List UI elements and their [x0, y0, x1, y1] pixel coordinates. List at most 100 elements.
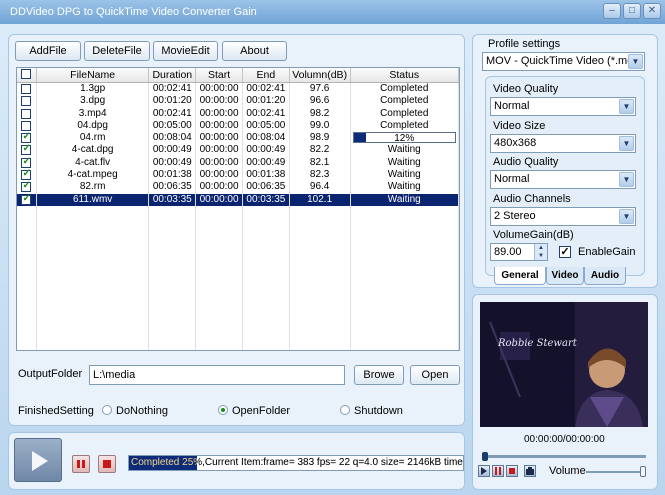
stop-icon: [103, 460, 111, 468]
cell-end: 00:06:35: [243, 181, 290, 194]
cell-duration: 00:03:35: [149, 193, 197, 206]
empty-row: [17, 316, 459, 329]
open-folder-radio[interactable]: [218, 405, 228, 415]
output-folder-field[interactable]: L:\media: [89, 365, 345, 385]
row-checkbox[interactable]: [17, 107, 37, 120]
audio-quality-select[interactable]: Normal ▼: [490, 170, 636, 189]
column-filename[interactable]: FileName: [37, 68, 150, 82]
table-header: FileName Duration Start End Volumn(dB) S…: [17, 68, 459, 83]
column-volume[interactable]: Volumn(dB): [290, 68, 351, 82]
row-checkbox[interactable]: [17, 132, 37, 145]
video-quality-value: Normal: [494, 100, 530, 112]
cell-name: 3.mp4: [37, 107, 150, 120]
table-body: 1.3gp 00:02:41 00:00:00 00:02:41 97.6 Complet…: [17, 83, 459, 350]
add-file-button[interactable]: AddFile: [15, 41, 81, 61]
audio-channels-select[interactable]: 2 Stereo ▼: [490, 207, 636, 226]
table-row[interactable]: 4-cat.flv00:00:4900:00:0000:00:4982.1Wai…: [17, 156, 459, 170]
do-nothing-radio[interactable]: [102, 405, 112, 415]
empty-row: [17, 267, 459, 280]
table-row[interactable]: 82.rm00:06:3500:00:0000:06:3596.4Waiting: [17, 181, 459, 194]
table-row[interactable]: 1.3gp 00:02:41 00:00:00 00:02:41 97.6 Complet…: [17, 83, 459, 96]
stop-icon: [509, 468, 515, 474]
audio-channels-label: Audio Channels: [493, 193, 571, 205]
cell-status: Completed: [351, 95, 459, 108]
delete-file-button[interactable]: DeleteFile: [84, 41, 150, 61]
cell-vol: 82.2: [290, 144, 351, 157]
empty-row: [17, 328, 459, 342]
browse-button[interactable]: Browe: [354, 365, 404, 385]
preview-play-button[interactable]: [478, 465, 490, 477]
table-row[interactable]: 4-cat.mpeg00:01:3800:00:0000:01:3882.3Wa…: [17, 169, 459, 182]
row-checkbox[interactable]: [17, 193, 37, 206]
row-checkbox[interactable]: [17, 95, 37, 108]
table-row[interactable]: 3.dpg 00:01:20 00:00:00 00:01:20 96.6 Complet…: [17, 95, 459, 108]
row-checkbox[interactable]: [17, 169, 37, 182]
row-progress-bar: 12%: [352, 132, 456, 144]
tab-audio[interactable]: Audio: [584, 267, 626, 285]
video-size-select[interactable]: 480x368 ▼: [490, 134, 636, 153]
profile-select[interactable]: MOV - QuickTime Video (*.mov) ▼: [482, 52, 645, 71]
cell-vol: 98.9: [290, 132, 351, 145]
movie-edit-button[interactable]: MovieEdit: [153, 41, 218, 61]
seek-handle[interactable]: [482, 452, 488, 461]
cell-end: 00:08:04: [243, 132, 290, 145]
cell-duration: 00:02:41: [149, 83, 197, 96]
table-row[interactable]: 04.rm00:08:0400:00:0000:08:0498.912%: [17, 132, 459, 145]
row-checkbox[interactable]: [17, 83, 37, 96]
cell-vol: 82.3: [290, 169, 351, 182]
file-table[interactable]: FileName Duration Start End Volumn(dB) S…: [16, 67, 460, 351]
video-preview: Robbie Stewart: [480, 302, 648, 427]
table-row[interactable]: 611.wmv00:03:3500:00:0000:03:35102.1Wait…: [17, 193, 459, 206]
column-status[interactable]: Status: [351, 68, 459, 82]
seek-slider[interactable]: [484, 455, 646, 458]
shutdown-radio[interactable]: [340, 405, 350, 415]
cell-name: 1.3gp: [37, 83, 150, 96]
table-row[interactable]: 04.dpg 00:05:00 00:00:00 00:05:00 99.0 Comple…: [17, 119, 459, 133]
cell-status: Completed: [351, 119, 459, 133]
close-icon[interactable]: ✕: [643, 3, 661, 19]
row-checkbox[interactable]: [17, 181, 37, 194]
pause-icon: [77, 460, 85, 468]
preview-stop-button[interactable]: [506, 465, 518, 477]
tab-general[interactable]: General: [494, 267, 546, 285]
cell-start: 00:00:00: [196, 181, 243, 194]
cell-start: 00:00:00: [196, 144, 243, 157]
cell-start: 00:00:00: [196, 107, 243, 120]
volume-slider[interactable]: [586, 471, 644, 473]
volume-gain-stepper[interactable]: ▲ ▼: [534, 244, 547, 260]
video-quality-select[interactable]: Normal ▼: [490, 97, 636, 116]
open-button[interactable]: Open: [410, 365, 460, 385]
table-row[interactable]: 4-cat.dpg00:00:4900:00:0000:00:4982.2Wai…: [17, 144, 459, 157]
window-controls: – □ ✕: [603, 3, 661, 19]
empty-row: [17, 230, 459, 243]
about-button[interactable]: About: [222, 41, 287, 61]
video-frame-image: [480, 302, 648, 427]
chevron-down-icon: ▼: [619, 172, 634, 187]
enable-gain-checkbox[interactable]: ✓: [559, 246, 571, 258]
row-checkbox[interactable]: [17, 156, 37, 170]
cell-status: Waiting: [351, 156, 459, 170]
preview-pause-button[interactable]: [492, 465, 504, 477]
play-button[interactable]: [14, 438, 62, 482]
pause-button[interactable]: [72, 455, 90, 473]
tab-video[interactable]: Video: [546, 267, 584, 285]
column-duration[interactable]: Duration: [149, 68, 197, 82]
row-checkbox[interactable]: [17, 119, 37, 133]
play-icon: [481, 467, 487, 475]
snapshot-button[interactable]: [524, 465, 536, 477]
column-end[interactable]: End: [243, 68, 290, 82]
cell-end: 00:02:41: [243, 83, 290, 96]
volume-handle[interactable]: [640, 466, 646, 477]
row-checkbox[interactable]: [17, 144, 37, 157]
column-start[interactable]: Start: [196, 68, 243, 82]
maximize-icon[interactable]: □: [623, 3, 641, 19]
cell-vol: 96.4: [290, 181, 351, 194]
cell-name: 4-cat.dpg: [37, 144, 150, 157]
select-all-checkbox[interactable]: [17, 68, 37, 82]
table-row[interactable]: 3.mp4 00:02:41 00:00:00 00:02:41 98.2 Complet…: [17, 107, 459, 120]
cell-vol: 96.6: [290, 95, 351, 108]
stop-button[interactable]: [98, 455, 116, 473]
cell-status: Waiting: [351, 193, 459, 206]
cell-end: 00:01:38: [243, 169, 290, 182]
minimize-icon[interactable]: –: [603, 3, 621, 19]
